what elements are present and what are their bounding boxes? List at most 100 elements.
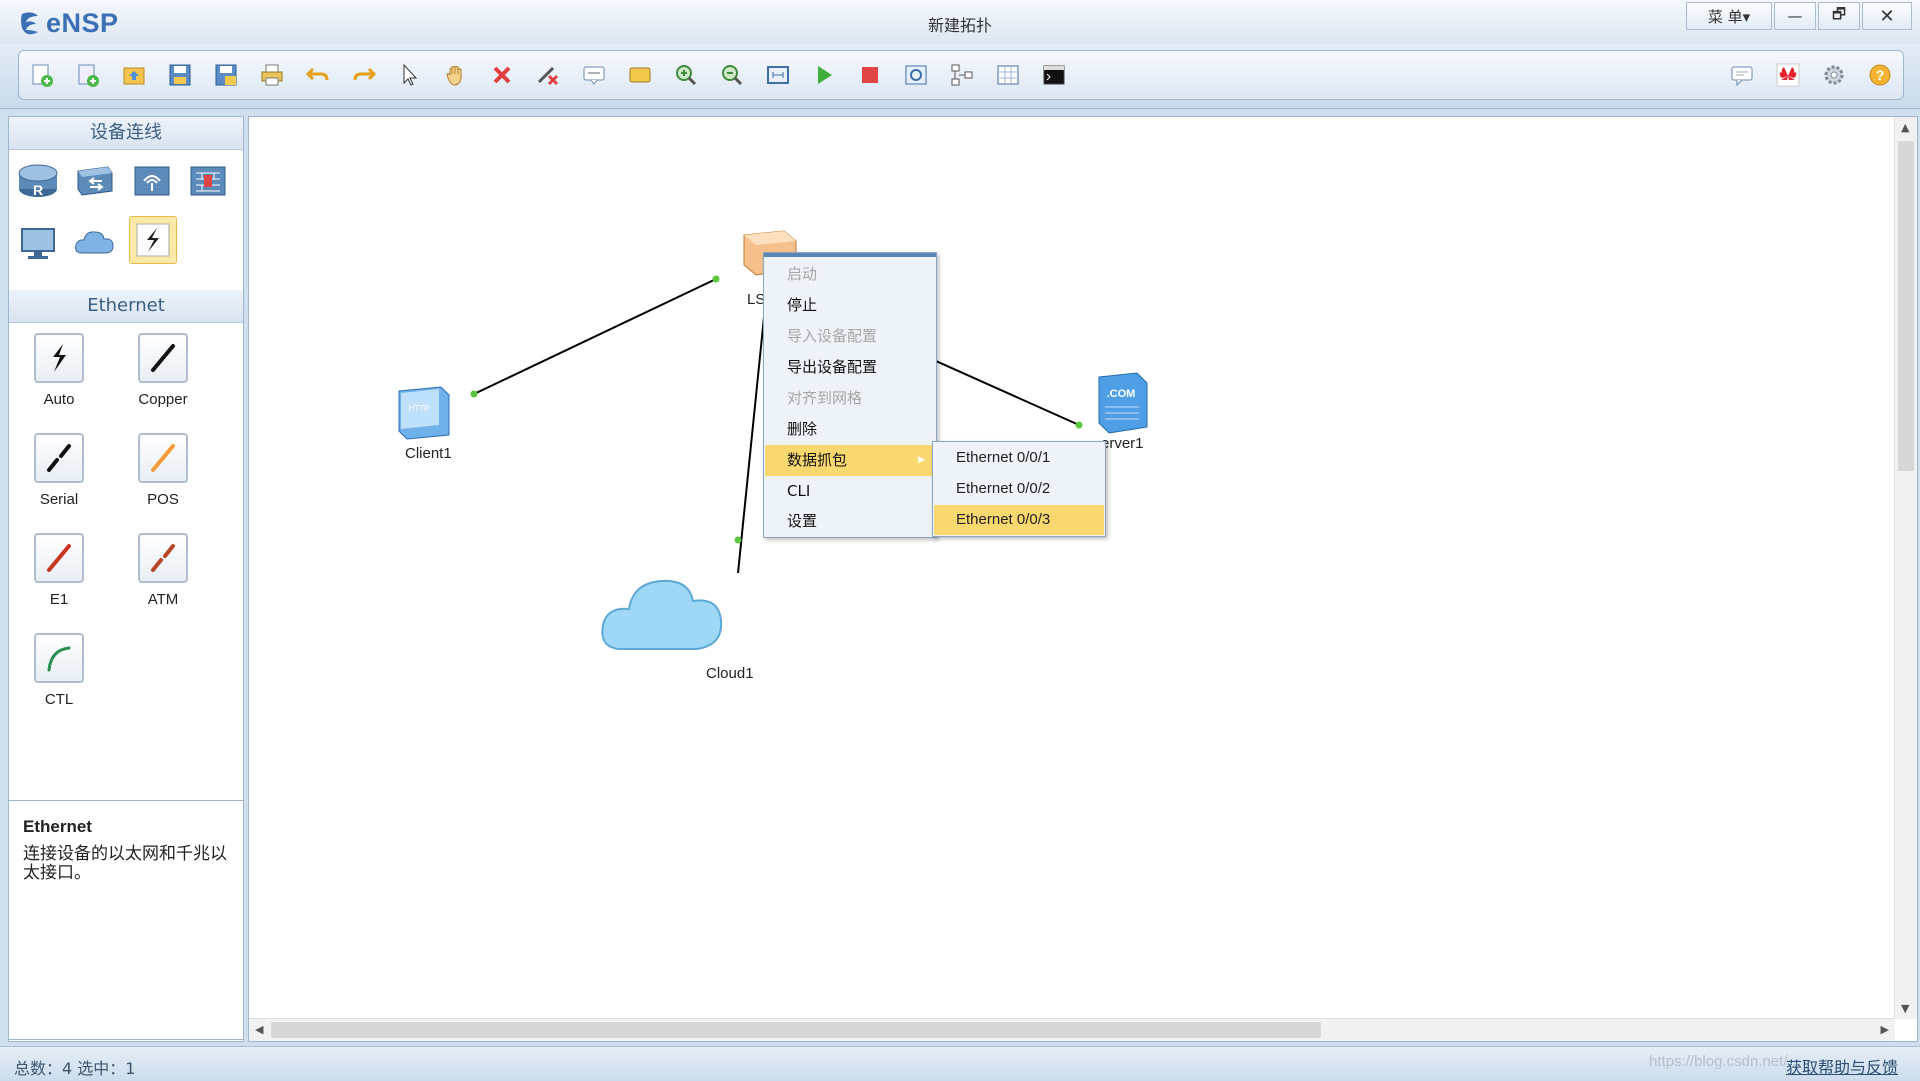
menu-item-cli[interactable]: CLI xyxy=(765,476,935,507)
cable-ctl[interactable]: CTL xyxy=(9,633,109,708)
maximize-button[interactable]: 🗗 xyxy=(1818,2,1860,30)
topology-links: HTTP .COM xyxy=(398,230,1148,650)
cable-label: CTL xyxy=(44,691,74,708)
cable-copper[interactable]: Copper xyxy=(113,333,213,408)
toolbar: ? xyxy=(0,44,1920,109)
com-server-icon[interactable]: .COM xyxy=(1098,372,1148,434)
svg-text:R: R xyxy=(33,182,43,198)
link-status-dot xyxy=(1075,421,1083,429)
menu-item-capture[interactable]: 数据抓包 ▶ xyxy=(765,445,935,476)
window-controls: 菜 单▾ — 🗗 ✕ xyxy=(1686,2,1912,30)
menu-item-settings[interactable]: 设置 xyxy=(765,506,935,537)
cable-serial[interactable]: Serial xyxy=(9,433,109,508)
menu-item-align-grid[interactable]: 对齐到网格 xyxy=(765,383,935,414)
pc-icon[interactable] xyxy=(15,220,61,266)
submenu-item-eth001[interactable]: Ethernet 0/0/1 xyxy=(934,443,1104,473)
link-status-dot xyxy=(734,536,742,544)
redo-icon[interactable] xyxy=(349,60,379,90)
cable-auto[interactable]: Auto xyxy=(9,333,109,408)
menu-item-start[interactable]: 启动 xyxy=(765,259,935,290)
horizontal-scrollbar[interactable]: ◀ ▶ xyxy=(249,1018,1895,1041)
new-topology-icon[interactable] xyxy=(27,60,57,90)
select-pointer-icon[interactable] xyxy=(395,60,425,90)
main-menu-button[interactable]: 菜 单▾ xyxy=(1686,2,1772,30)
menu-item-export-config[interactable]: 导出设备配置 xyxy=(765,352,935,383)
menu-item-import-config[interactable]: 导入设备配置 xyxy=(765,321,935,352)
minimize-button[interactable]: — xyxy=(1774,2,1816,30)
vertical-scroll-thumb[interactable] xyxy=(1898,141,1914,471)
ethernet-section-header: Ethernet xyxy=(9,290,243,323)
save-as-icon[interactable] xyxy=(211,60,241,90)
start-device-icon[interactable] xyxy=(809,60,839,90)
close-button[interactable]: ✕ xyxy=(1862,2,1912,30)
svg-text:.COM: .COM xyxy=(1107,388,1136,400)
help-feedback-link[interactable]: 获取帮助与反馈 xyxy=(1786,1054,1898,1078)
cable-e1[interactable]: E1 xyxy=(9,533,109,608)
connection-auto-icon[interactable] xyxy=(129,216,177,264)
menu-item-stop[interactable]: 停止 xyxy=(765,290,935,321)
title-bar: eNSP 新建拓扑 菜 单▾ — 🗗 ✕ xyxy=(0,0,1920,45)
submenu-item-eth003[interactable]: Ethernet 0/0/3 xyxy=(934,505,1104,535)
link-status-dot xyxy=(712,275,720,283)
cable-label: Copper xyxy=(138,391,188,408)
pos-cable-icon xyxy=(151,444,175,472)
topology-canvas[interactable]: HTTP .COM Client1 LS erver1 Cloud1 ▲ ▼ ◀… xyxy=(248,116,1918,1042)
delete-link-icon[interactable] xyxy=(533,60,563,90)
undo-icon[interactable] xyxy=(303,60,333,90)
svg-text:?: ? xyxy=(1876,67,1885,83)
text-annotation-icon[interactable] xyxy=(579,60,609,90)
delete-icon[interactable] xyxy=(487,60,517,90)
vertical-scrollbar[interactable]: ▲ ▼ xyxy=(1894,117,1917,1019)
menu-item-label: 数据抓包 xyxy=(787,451,848,469)
cable-atm[interactable]: ATM xyxy=(113,533,213,608)
firewall-icon[interactable] xyxy=(185,158,231,204)
context-menu-header xyxy=(764,253,936,257)
status-bar: 总数：4 选中：1 https://blog.csdn.net/... 获取帮助… xyxy=(0,1046,1920,1081)
settings-gear-icon[interactable] xyxy=(1819,60,1849,90)
link-client1-lsw[interactable] xyxy=(473,278,717,395)
switch-icon[interactable] xyxy=(71,158,117,204)
open-icon[interactable] xyxy=(119,60,149,90)
link-lsw-cloud1[interactable] xyxy=(737,316,765,574)
submenu-arrow-icon: ▶ xyxy=(918,455,925,465)
capture-icon[interactable] xyxy=(901,60,931,90)
stop-device-icon[interactable] xyxy=(855,60,885,90)
ctl-cable-icon xyxy=(47,646,71,672)
grid-table-icon[interactable] xyxy=(993,60,1023,90)
cable-label: Auto xyxy=(43,391,75,408)
zoom-out-icon[interactable] xyxy=(717,60,747,90)
status-count: 总数：4 选中：1 xyxy=(14,1059,136,1078)
pan-hand-icon[interactable] xyxy=(441,60,471,90)
cloud-device-icon[interactable] xyxy=(601,579,723,650)
huawei-logo-icon[interactable] xyxy=(1773,60,1803,90)
node-label-server1: erver1 xyxy=(1101,435,1144,452)
description-text: 连接设备的以太网和千兆以太接口。 xyxy=(23,844,227,883)
svg-text:HTTP: HTTP xyxy=(409,404,430,413)
help-icon[interactable]: ? xyxy=(1865,60,1895,90)
palette-icon[interactable] xyxy=(625,60,655,90)
horizontal-scroll-thumb[interactable] xyxy=(271,1022,1321,1038)
chat-icon[interactable] xyxy=(1727,60,1757,90)
http-client-icon[interactable]: HTTP xyxy=(398,386,450,440)
print-icon[interactable] xyxy=(257,60,287,90)
cable-pos[interactable]: POS xyxy=(113,433,213,508)
scroll-right-arrow: ▶ xyxy=(1880,1023,1889,1036)
cloud-icon[interactable] xyxy=(71,220,117,266)
wlan-icon[interactable] xyxy=(129,158,175,204)
menu-item-delete[interactable]: 删除 xyxy=(765,414,935,445)
submenu-item-eth002[interactable]: Ethernet 0/0/2 xyxy=(934,474,1104,504)
router-icon[interactable]: R xyxy=(15,158,61,204)
node-label-client1: Client1 xyxy=(405,445,452,462)
devices-section-header: 设备连线 xyxy=(9,117,243,150)
new-example-icon[interactable] xyxy=(73,60,103,90)
window-title: 新建拓扑 xyxy=(927,16,992,35)
zoom-in-icon[interactable] xyxy=(671,60,701,90)
terminal-icon[interactable] xyxy=(1039,60,1069,90)
save-icon[interactable] xyxy=(165,60,195,90)
topology-icon[interactable] xyxy=(947,60,977,90)
e1-cable-icon xyxy=(47,544,71,572)
fit-view-icon[interactable] xyxy=(763,60,793,90)
description-title: Ethernet xyxy=(23,817,92,836)
scroll-up-arrow: ▲ xyxy=(1901,121,1910,134)
ensp-window: eNSP 新建拓扑 菜 单▾ — 🗗 ✕ ? 设备连线 R Ethernet A… xyxy=(0,0,1920,1081)
